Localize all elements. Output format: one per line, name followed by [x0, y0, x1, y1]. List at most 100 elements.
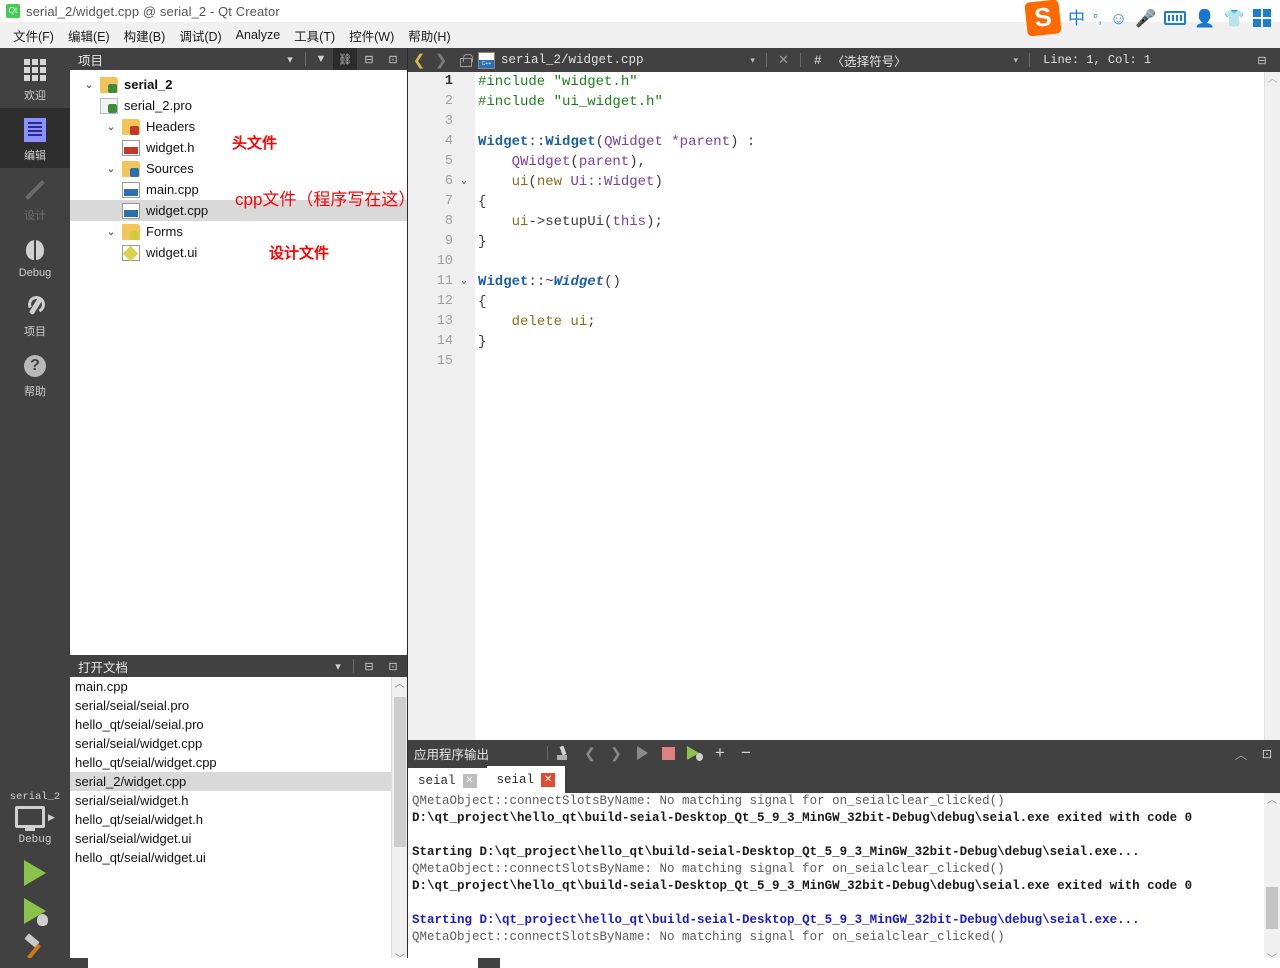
scrollbar-thumb[interactable] [1266, 887, 1278, 929]
sidebar-item-projects[interactable]: 项目 [0, 284, 70, 344]
hash-icon[interactable]: # [804, 53, 832, 68]
skin-icon[interactable]: 👕 [1224, 10, 1245, 27]
editor-scrollbar[interactable]: ︿ [1264, 72, 1280, 740]
sidebar-item-help[interactable]: ? 帮助 [0, 344, 70, 404]
hammer-icon[interactable] [22, 934, 48, 960]
code-line[interactable]: 3 [408, 112, 1280, 132]
expander-icon[interactable]: ⌄ [100, 120, 122, 133]
list-item[interactable]: hello_qt/seial/widget.ui [70, 848, 407, 867]
open-documents-scrollbar[interactable]: ︿ ﹀ [391, 677, 407, 968]
zoom-in-icon[interactable]: + [707, 740, 733, 766]
sidebar-item-design[interactable]: 设计 [0, 168, 70, 228]
run-play-icon[interactable] [24, 860, 46, 886]
list-item[interactable]: serial/seial/widget.ui [70, 829, 407, 848]
back-arrow-icon[interactable]: ❮ [408, 51, 430, 69]
code-editor[interactable]: 1 #include "widget.h" 2 #include "ui_widget… [408, 72, 1280, 740]
chevron-up-icon[interactable]: ︿ [1265, 72, 1280, 88]
kit-selector[interactable]: serial_2 ▶ Debug [0, 791, 70, 968]
list-item[interactable]: hello_qt/seial/seial.pro [70, 715, 407, 734]
microphone-icon[interactable]: 🎤 [1135, 10, 1156, 27]
rerun-debug-icon[interactable] [681, 740, 707, 766]
symbol-selector[interactable]: 〈选择符号〉 [832, 51, 907, 70]
output-tab-2[interactable]: seial ✕ [486, 766, 566, 793]
ime-mode-icon[interactable]: 中 [1068, 10, 1085, 27]
tree-row-project[interactable]: ⌄ serial_2 [70, 74, 407, 95]
sogou-logo-icon[interactable]: S [1024, 0, 1062, 37]
menu-tools[interactable]: 工具(T) [287, 23, 342, 48]
project-tree[interactable]: ⌄ serial_2 serial_2.pro ⌄ Headers widget… [70, 70, 407, 263]
code-line[interactable]: 11 ⌄ Widget::~Widget() [408, 272, 1280, 292]
filter-icon[interactable]: ▼ [309, 48, 333, 70]
output-tab-1[interactable]: seial ✕ [408, 768, 487, 793]
split-icon[interactable]: ⊟ [357, 655, 381, 677]
code-line[interactable]: 8 ui->setupUi(this); [408, 212, 1280, 232]
split-icon[interactable]: ⊟ [357, 48, 381, 70]
sidebar-item-debug[interactable]: Debug [0, 228, 70, 284]
code-content[interactable]: 1 #include "widget.h" 2 #include "ui_widget… [408, 72, 1280, 740]
split-icon[interactable]: ⊟ [1250, 49, 1274, 71]
clear-broom-icon[interactable] [551, 740, 577, 766]
fold-marker-icon[interactable]: ⌄ [458, 172, 470, 192]
fold-marker-icon[interactable]: ⌄ [458, 272, 470, 292]
menu-analyze[interactable]: Analyze [229, 25, 287, 45]
list-item-selected[interactable]: serial_2/widget.cpp [70, 772, 407, 791]
prev-icon[interactable]: ❮ [577, 740, 603, 766]
link-icon[interactable]: ⛓ [333, 48, 357, 70]
scrollbar-thumb[interactable] [394, 697, 406, 847]
chevron-down-icon[interactable]: ▾ [326, 655, 350, 677]
chevron-down-icon[interactable]: ▾ [1006, 55, 1027, 66]
code-line[interactable]: 10 [408, 252, 1280, 272]
output-text-area[interactable]: QMetaObject::connectSlotsByName: No matc… [408, 793, 1280, 968]
forward-arrow-icon[interactable]: ❯ [430, 51, 452, 69]
menu-build[interactable]: 构建(B) [117, 23, 173, 48]
list-item[interactable]: hello_qt/seial/widget.cpp [70, 753, 407, 772]
list-item[interactable]: main.cpp [70, 677, 407, 696]
close-icon[interactable]: ✕ [770, 52, 797, 68]
list-item[interactable]: serial/seial/seial.pro [70, 696, 407, 715]
output-scrollbar[interactable]: ︿ ﹀ [1264, 793, 1280, 968]
tree-row-widget-ui[interactable]: widget.ui [70, 242, 407, 263]
menu-file[interactable]: 文件(F) [6, 23, 61, 48]
tree-row-sources[interactable]: ⌄ Sources [70, 158, 407, 179]
code-line[interactable]: 6 ⌄ ui(new Ui::Widget) [408, 172, 1280, 192]
apps-icon[interactable] [1252, 9, 1271, 27]
code-line[interactable]: 7{ [408, 192, 1280, 212]
list-item[interactable]: serial/seial/widget.cpp [70, 734, 407, 753]
list-item[interactable]: hello_qt/seial/widget.h [70, 810, 407, 829]
code-line[interactable]: 4 Widget::Widget(QWidget *parent) : [408, 132, 1280, 152]
close-icon[interactable]: ✕ [462, 773, 477, 788]
tree-row-pro-file[interactable]: serial_2.pro [70, 95, 407, 116]
editor-filename[interactable]: serial_2/widget.cpp [501, 53, 644, 67]
code-line[interactable]: 13 delete ui; [408, 312, 1280, 332]
code-line[interactable]: 1 #include "widget.h" [408, 72, 1280, 92]
minimize-icon[interactable]: ⊡ [381, 655, 405, 677]
ime-toolbar[interactable]: S 中 °, ☺ 🎤 👤 👕 [1016, 0, 1280, 37]
close-icon[interactable]: ✕ [541, 772, 556, 787]
maximize-icon[interactable]: ⊡ [1254, 740, 1280, 766]
run-debug-icon[interactable] [24, 898, 48, 926]
unlock-icon[interactable] [459, 53, 473, 67]
stop-icon[interactable] [655, 740, 681, 766]
zoom-out-icon[interactable]: − [733, 740, 759, 766]
next-icon[interactable]: ❯ [603, 740, 629, 766]
code-line[interactable]: 2 #include "ui_widget.h" [408, 92, 1280, 112]
tree-row-headers[interactable]: ⌄ Headers [70, 116, 407, 137]
code-line[interactable]: 12 { [408, 292, 1280, 312]
code-line[interactable]: 9} [408, 232, 1280, 252]
sidebar-item-edit[interactable]: 编辑 [0, 108, 70, 168]
expander-icon[interactable]: ⌄ [100, 162, 122, 175]
code-line[interactable]: 14} [408, 332, 1280, 352]
code-line[interactable]: 5 QWidget(parent), [408, 152, 1280, 172]
expander-icon[interactable]: ⌄ [78, 78, 100, 91]
chevron-down-icon[interactable]: ▾ [278, 48, 302, 70]
smiley-icon[interactable]: ☺ [1110, 10, 1127, 27]
keyboard-icon[interactable] [1164, 11, 1187, 25]
expander-icon[interactable]: ⌄ [100, 225, 122, 238]
tree-row-main-cpp[interactable]: main.cpp [70, 179, 407, 200]
sidebar-item-welcome[interactable]: 欢迎 [0, 48, 70, 108]
menu-edit[interactable]: 编辑(E) [61, 23, 117, 48]
tree-row-widget-h[interactable]: widget.h [70, 137, 407, 158]
minimize-icon[interactable]: ⊡ [381, 48, 405, 70]
play-icon[interactable] [629, 740, 655, 766]
tree-row-forms[interactable]: ⌄ Forms [70, 221, 407, 242]
